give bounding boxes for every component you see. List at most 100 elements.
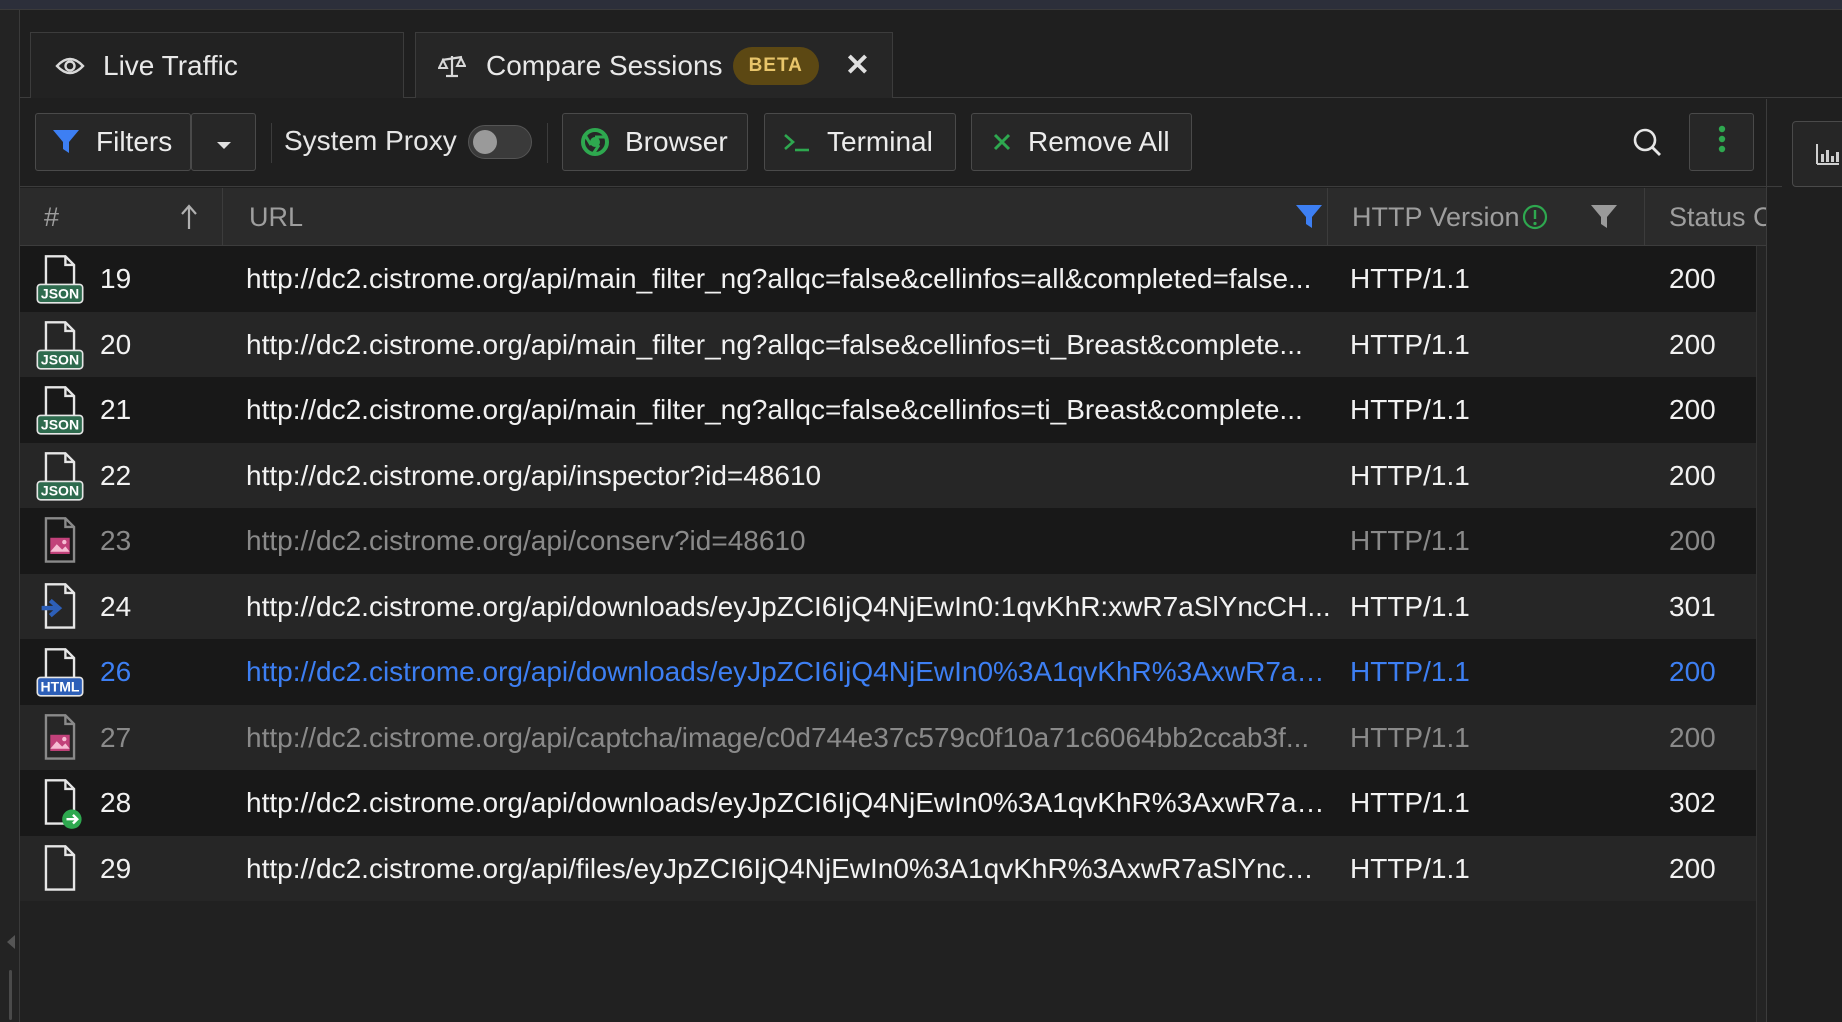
right-side-panel bbox=[1782, 99, 1842, 1022]
toolbar-divider bbox=[271, 123, 272, 163]
chrome-icon bbox=[581, 128, 609, 156]
info-circle-icon[interactable] bbox=[1522, 204, 1548, 230]
stats-panel-button[interactable] bbox=[1792, 121, 1842, 187]
row-http-version: HTTP/1.1 bbox=[1350, 263, 1470, 294]
column-header-http-version-label: HTTP Version bbox=[1352, 201, 1520, 232]
row-number-cell: 29 bbox=[20, 836, 220, 902]
column-header-status-label: Status C bbox=[1669, 201, 1766, 232]
system-proxy-label: System Proxy bbox=[284, 125, 457, 156]
filters-button[interactable]: Filters bbox=[35, 113, 191, 171]
table-row[interactable]: JSON 19 http://dc2.cistrome.org/api/main_f… bbox=[20, 246, 1756, 312]
tab-live-traffic-label: Live Traffic bbox=[103, 49, 238, 81]
svg-text:JSON: JSON bbox=[41, 351, 79, 367]
row-url: http://dc2.cistrome.org/api/downloads/ey… bbox=[246, 656, 1331, 687]
row-status-code: 200 bbox=[1669, 721, 1716, 753]
left-collapsed-panel bbox=[0, 10, 20, 1022]
terminal-label: Terminal bbox=[827, 126, 933, 157]
beta-badge: BETA bbox=[732, 46, 819, 85]
table-row[interactable]: 28 http://dc2.cistrome.org/api/downloads/… bbox=[20, 770, 1756, 836]
row-number-cell: JSON 20 bbox=[20, 312, 220, 378]
browser-button[interactable]: Browser bbox=[562, 113, 748, 171]
row-number: 29 bbox=[100, 852, 132, 884]
filters-label: Filters bbox=[96, 126, 173, 157]
row-number-cell: 24 bbox=[20, 574, 220, 640]
table-row[interactable]: 29 http://dc2.cistrome.org/api/files/eyJp… bbox=[20, 835, 1756, 902]
column-header-number-label: # bbox=[44, 201, 60, 232]
close-tab-icon[interactable]: ✕ bbox=[845, 48, 870, 83]
json-file-icon: JSON bbox=[36, 255, 84, 304]
table-row[interactable]: JSON 21 http://dc2.cistrome.org/api/main_f… bbox=[20, 377, 1756, 443]
row-number: 27 bbox=[100, 721, 132, 753]
column-header-number[interactable]: # bbox=[20, 188, 223, 246]
forward-file-icon bbox=[44, 779, 82, 829]
row-url: http://dc2.cistrome.org/api/conserv?id=4… bbox=[246, 525, 806, 556]
row-http-version: HTTP/1.1 bbox=[1350, 394, 1470, 425]
row-url: http://dc2.cistrome.org/api/main_filter_… bbox=[246, 263, 1312, 294]
redirect-file-icon bbox=[41, 582, 76, 629]
row-url: http://dc2.cistrome.org/api/captcha/imag… bbox=[246, 721, 1310, 753]
row-number-cell: 23 bbox=[20, 508, 220, 574]
row-number: 23 bbox=[100, 525, 132, 556]
chevron-down-icon bbox=[215, 126, 233, 158]
terminal-prompt-icon bbox=[783, 130, 811, 154]
close-x-icon bbox=[992, 132, 1012, 152]
filters-dropdown-button[interactable] bbox=[191, 113, 256, 171]
eye-icon bbox=[55, 56, 89, 76]
table-row[interactable]: 27 http://dc2.cistrome.org/api/captcha/im… bbox=[20, 704, 1756, 771]
table-row[interactable]: JSON 22 http://dc2.cistrome.org/api/inspec… bbox=[20, 442, 1756, 508]
column-filter-icon[interactable] bbox=[1590, 204, 1618, 230]
svg-text:JSON: JSON bbox=[41, 285, 79, 301]
image-file-icon bbox=[44, 713, 76, 760]
browser-label: Browser bbox=[625, 126, 728, 157]
sort-ascending-icon bbox=[181, 204, 197, 229]
left-panel-resize-handle[interactable] bbox=[9, 970, 12, 1020]
row-url: http://dc2.cistrome.org/api/main_filter_… bbox=[246, 328, 1303, 360]
row-number-cell: JSON 21 bbox=[20, 377, 220, 443]
vertical-scrollbar[interactable] bbox=[1756, 246, 1766, 1022]
row-status-code: 200 bbox=[1669, 328, 1716, 360]
traffic-rows: JSON 19 http://dc2.cistrome.org/api/main_f… bbox=[20, 246, 1756, 901]
json-file-icon: JSON bbox=[36, 320, 84, 370]
right-panel-divider[interactable] bbox=[1766, 99, 1767, 1022]
toggle-knob bbox=[473, 130, 497, 154]
column-header-url-label: URL bbox=[249, 201, 304, 232]
column-header-http-version[interactable]: HTTP Version bbox=[1328, 188, 1645, 246]
row-status-code: 200 bbox=[1669, 852, 1716, 884]
bar-chart-icon bbox=[1816, 144, 1839, 165]
more-options-button[interactable] bbox=[1689, 113, 1754, 171]
terminal-button[interactable]: Terminal bbox=[764, 113, 956, 171]
table-header: # URL HTTP Version Status C bbox=[20, 188, 1766, 246]
remove-all-button[interactable]: Remove All bbox=[971, 113, 1192, 171]
row-number: 22 bbox=[100, 459, 132, 491]
tab-live-traffic[interactable]: Live Traffic bbox=[30, 32, 404, 98]
expand-left-panel-arrow-icon[interactable] bbox=[7, 935, 15, 949]
toolbar-divider bbox=[547, 123, 548, 163]
column-header-status[interactable]: Status C bbox=[1645, 188, 1766, 246]
row-url: http://dc2.cistrome.org/api/inspector?id… bbox=[246, 459, 822, 491]
table-row[interactable]: HTML 26 http://dc2.cistrome.org/api/downlo… bbox=[20, 639, 1756, 705]
row-status-code: 302 bbox=[1669, 787, 1716, 818]
table-row[interactable]: JSON 20 http://dc2.cistrome.org/api/main_f… bbox=[20, 311, 1756, 378]
table-row[interactable]: 24 http://dc2.cistrome.org/api/downloads/… bbox=[20, 573, 1756, 640]
system-proxy-toggle[interactable] bbox=[468, 125, 532, 159]
row-number-cell: 28 bbox=[20, 770, 220, 836]
blank-file-icon bbox=[44, 844, 76, 891]
row-url: http://dc2.cistrome.org/api/downloads/ey… bbox=[246, 590, 1331, 622]
kebab-menu-icon bbox=[1718, 125, 1726, 160]
tab-compare-sessions[interactable]: Compare Sessions BETA ✕ bbox=[415, 32, 893, 98]
row-number: 24 bbox=[100, 590, 132, 622]
json-file-icon: JSON bbox=[36, 386, 84, 435]
row-number: 26 bbox=[100, 656, 132, 687]
row-number: 21 bbox=[100, 394, 132, 425]
row-http-version: HTTP/1.1 bbox=[1350, 852, 1470, 884]
table-row[interactable]: 23 http://dc2.cistrome.org/api/conserv?id… bbox=[20, 508, 1756, 574]
column-header-url[interactable]: URL bbox=[223, 188, 1328, 246]
row-http-version: HTTP/1.1 bbox=[1350, 590, 1470, 622]
row-http-version: HTTP/1.1 bbox=[1350, 656, 1470, 687]
column-filter-active-icon[interactable] bbox=[1295, 204, 1323, 230]
row-number-cell: 27 bbox=[20, 705, 220, 771]
row-status-code: 200 bbox=[1669, 263, 1716, 294]
search-icon[interactable] bbox=[1628, 123, 1668, 163]
traffic-table: # URL HTTP Version Status C JSON 19 http:/… bbox=[20, 188, 1766, 1022]
svg-text:JSON: JSON bbox=[41, 416, 79, 432]
